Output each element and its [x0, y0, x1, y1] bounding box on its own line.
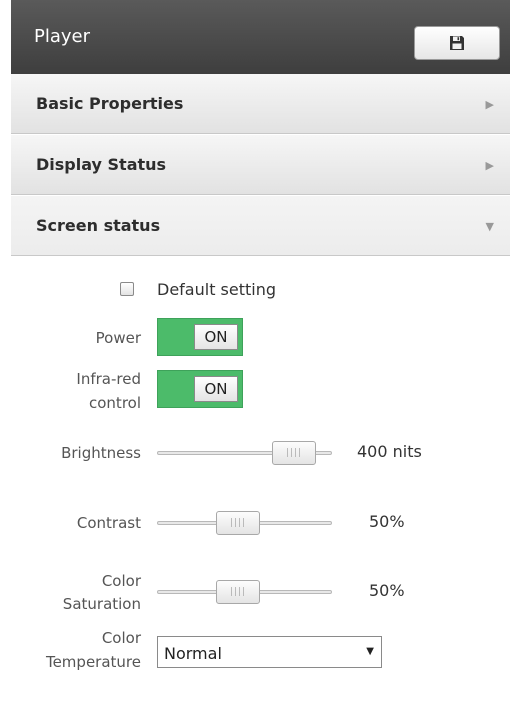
color-temperature-select[interactable]: Normal ▼	[157, 636, 382, 668]
section-title: Basic Properties	[36, 94, 184, 113]
floppy-disk-icon	[450, 36, 464, 50]
saturation-label-line2: Saturation	[62, 595, 141, 613]
infrared-label-line2: control	[89, 394, 141, 412]
section-basic-properties[interactable]: Basic Properties ▶	[11, 74, 510, 134]
brightness-value: 400 nits	[357, 442, 422, 461]
expand-arrow-icon: ▶	[485, 159, 494, 172]
saturation-value: 50%	[369, 581, 405, 600]
section-screen-status[interactable]: Screen status ▼	[11, 196, 510, 256]
contrast-value: 50%	[369, 512, 405, 531]
infrared-toggle[interactable]: ON	[157, 370, 243, 408]
player-panel: Player Basic Properties ▶ Display Status…	[0, 0, 510, 702]
power-toggle-state: ON	[194, 324, 238, 350]
contrast-slider-handle[interactable]: ||||	[216, 511, 260, 535]
temperature-label-line2: Temperature	[45, 653, 141, 671]
panel-header: Player	[11, 0, 510, 74]
brightness-slider-handle[interactable]: ||||	[271, 441, 316, 465]
color-temperature-selected: Normal	[164, 644, 222, 663]
panel-content: Player Basic Properties ▶ Display Status…	[11, 0, 510, 702]
contrast-label: Contrast	[76, 514, 141, 532]
dropdown-arrow-icon: ▼	[366, 646, 374, 657]
screen-status-body: Default setting Power ON Infra-red contr…	[11, 256, 510, 702]
saturation-label-line1: Color	[101, 572, 141, 590]
infrared-toggle-state: ON	[194, 376, 238, 402]
infrared-label-line1: Infra-red	[76, 370, 141, 388]
panel-title: Player	[34, 26, 91, 47]
left-gutter	[0, 0, 11, 702]
collapse-arrow-icon: ▼	[485, 220, 494, 233]
default-setting-checkbox[interactable]	[120, 282, 134, 296]
expand-arrow-icon: ▶	[485, 98, 494, 111]
temperature-label-line1: Color	[101, 629, 141, 647]
section-title: Screen status	[36, 216, 161, 235]
save-button[interactable]	[414, 26, 500, 60]
section-display-status[interactable]: Display Status ▶	[11, 135, 510, 195]
saturation-slider-handle[interactable]: ||||	[216, 580, 260, 604]
brightness-label: Brightness	[61, 444, 141, 462]
section-title: Display Status	[36, 155, 167, 174]
power-toggle[interactable]: ON	[157, 318, 243, 356]
default-setting-label: Default setting	[157, 280, 277, 299]
power-label: Power	[95, 329, 141, 347]
